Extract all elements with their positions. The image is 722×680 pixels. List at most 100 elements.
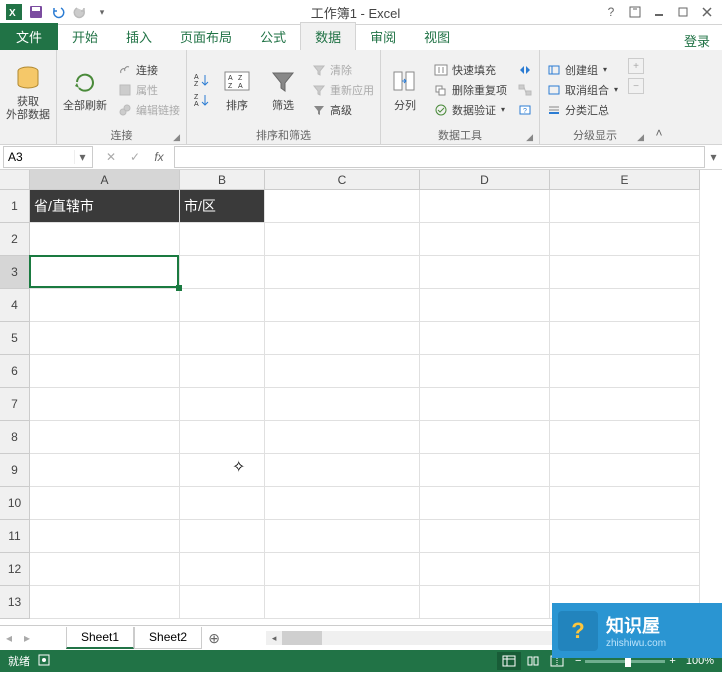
hide-detail-button[interactable]: −	[626, 77, 646, 95]
column-header-D[interactable]: D	[420, 170, 550, 190]
cell-C3[interactable]	[265, 256, 420, 289]
cell-B13[interactable]	[180, 586, 265, 619]
signin-link[interactable]: 登录	[684, 31, 722, 50]
text-to-columns-button[interactable]: 分列	[385, 53, 425, 126]
sheet-tab-Sheet2[interactable]: Sheet2	[134, 627, 202, 649]
cell-A7[interactable]	[30, 388, 180, 421]
cell-E3[interactable]	[550, 256, 700, 289]
cell-D7[interactable]	[420, 388, 550, 421]
cell-C2[interactable]	[265, 223, 420, 256]
cell-E9[interactable]	[550, 454, 700, 487]
cell-C6[interactable]	[265, 355, 420, 388]
tab-data[interactable]: 数据	[300, 22, 356, 50]
maximize-icon[interactable]	[672, 2, 694, 22]
row-header-2[interactable]: 2	[0, 223, 30, 256]
ribbon-options-icon[interactable]	[624, 2, 646, 22]
cell-D9[interactable]	[420, 454, 550, 487]
cell-B8[interactable]	[180, 421, 265, 454]
cell-D11[interactable]	[420, 520, 550, 553]
column-header-C[interactable]: C	[265, 170, 420, 190]
cell-C4[interactable]	[265, 289, 420, 322]
row-header-6[interactable]: 6	[0, 355, 30, 388]
filter-button[interactable]: 筛选	[263, 53, 303, 126]
sort-button[interactable]: AZZA 排序	[217, 53, 257, 126]
cell-C11[interactable]	[265, 520, 420, 553]
subtotal-button[interactable]: 分类汇总	[544, 101, 620, 119]
cell-E6[interactable]	[550, 355, 700, 388]
undo-icon[interactable]	[49, 3, 67, 21]
cell-C1[interactable]	[265, 190, 420, 223]
scroll-left-icon[interactable]: ◂	[266, 631, 282, 645]
cell-E2[interactable]	[550, 223, 700, 256]
connections-button[interactable]: 连接	[115, 61, 182, 79]
cell-C9[interactable]	[265, 454, 420, 487]
properties-button[interactable]: 属性	[115, 81, 182, 99]
cell-B4[interactable]	[180, 289, 265, 322]
cell-E12[interactable]	[550, 553, 700, 586]
cell-D2[interactable]	[420, 223, 550, 256]
save-icon[interactable]	[27, 3, 45, 21]
get-external-data-button[interactable]: 获取 外部数据	[4, 53, 52, 130]
what-if-button[interactable]: ?	[515, 101, 535, 119]
cell-E8[interactable]	[550, 421, 700, 454]
cell-C10[interactable]	[265, 487, 420, 520]
cells[interactable]: 省/直辖市市/区	[30, 190, 700, 619]
tab-home[interactable]: 开始	[58, 23, 112, 50]
normal-view-icon[interactable]	[497, 652, 521, 670]
row-header-10[interactable]: 10	[0, 487, 30, 520]
cell-A4[interactable]	[30, 289, 180, 322]
cell-C5[interactable]	[265, 322, 420, 355]
data-validation-button[interactable]: 数据验证▾	[431, 101, 509, 119]
cell-B11[interactable]	[180, 520, 265, 553]
expand-formula-icon[interactable]: ▾	[704, 146, 722, 168]
ungroup-button[interactable]: 取消组合▾	[544, 81, 620, 99]
cell-A13[interactable]	[30, 586, 180, 619]
cell-D6[interactable]	[420, 355, 550, 388]
sheet-nav-prev-icon[interactable]: ◂	[0, 628, 18, 648]
tab-layout[interactable]: 页面布局	[166, 23, 246, 50]
cancel-formula-icon[interactable]: ✕	[100, 147, 122, 167]
cell-C8[interactable]	[265, 421, 420, 454]
tab-view[interactable]: 视图	[410, 23, 464, 50]
row-header-4[interactable]: 4	[0, 289, 30, 322]
macro-record-icon[interactable]	[38, 654, 50, 669]
cell-D10[interactable]	[420, 487, 550, 520]
cell-E10[interactable]	[550, 487, 700, 520]
cell-B5[interactable]	[180, 322, 265, 355]
close-icon[interactable]	[696, 2, 718, 22]
cell-A6[interactable]	[30, 355, 180, 388]
cell-B2[interactable]	[180, 223, 265, 256]
cell-D4[interactable]	[420, 289, 550, 322]
flash-fill-button[interactable]: 快速填充	[431, 61, 509, 79]
dialog-launcher-icon[interactable]: ◢	[526, 132, 533, 143]
cell-B12[interactable]	[180, 553, 265, 586]
cell-B7[interactable]	[180, 388, 265, 421]
cell-C12[interactable]	[265, 553, 420, 586]
enter-formula-icon[interactable]: ✓	[124, 147, 146, 167]
advanced-filter-button[interactable]: 高级	[309, 101, 376, 119]
cell-A3[interactable]	[30, 256, 180, 289]
cell-D13[interactable]	[420, 586, 550, 619]
page-layout-view-icon[interactable]	[521, 652, 545, 670]
cell-A2[interactable]	[30, 223, 180, 256]
row-header-7[interactable]: 7	[0, 388, 30, 421]
cell-E1[interactable]	[550, 190, 700, 223]
qat-dropdown-icon[interactable]: ▾	[93, 3, 111, 21]
create-group-button[interactable]: 创建组▾	[544, 61, 620, 79]
column-header-E[interactable]: E	[550, 170, 700, 190]
cell-E4[interactable]	[550, 289, 700, 322]
cell-E5[interactable]	[550, 322, 700, 355]
cell-B1[interactable]: 市/区	[180, 190, 265, 223]
cell-E11[interactable]	[550, 520, 700, 553]
dialog-launcher-icon[interactable]: ◢	[173, 132, 180, 143]
redo-icon[interactable]	[71, 3, 89, 21]
cell-A9[interactable]	[30, 454, 180, 487]
cell-D12[interactable]	[420, 553, 550, 586]
formula-input[interactable]	[174, 146, 704, 168]
sheet-nav-next-icon[interactable]: ▸	[18, 628, 36, 648]
cell-D3[interactable]	[420, 256, 550, 289]
cell-A11[interactable]	[30, 520, 180, 553]
sheet-tab-Sheet1[interactable]: Sheet1	[66, 627, 134, 649]
cell-A8[interactable]	[30, 421, 180, 454]
row-header-8[interactable]: 8	[0, 421, 30, 454]
